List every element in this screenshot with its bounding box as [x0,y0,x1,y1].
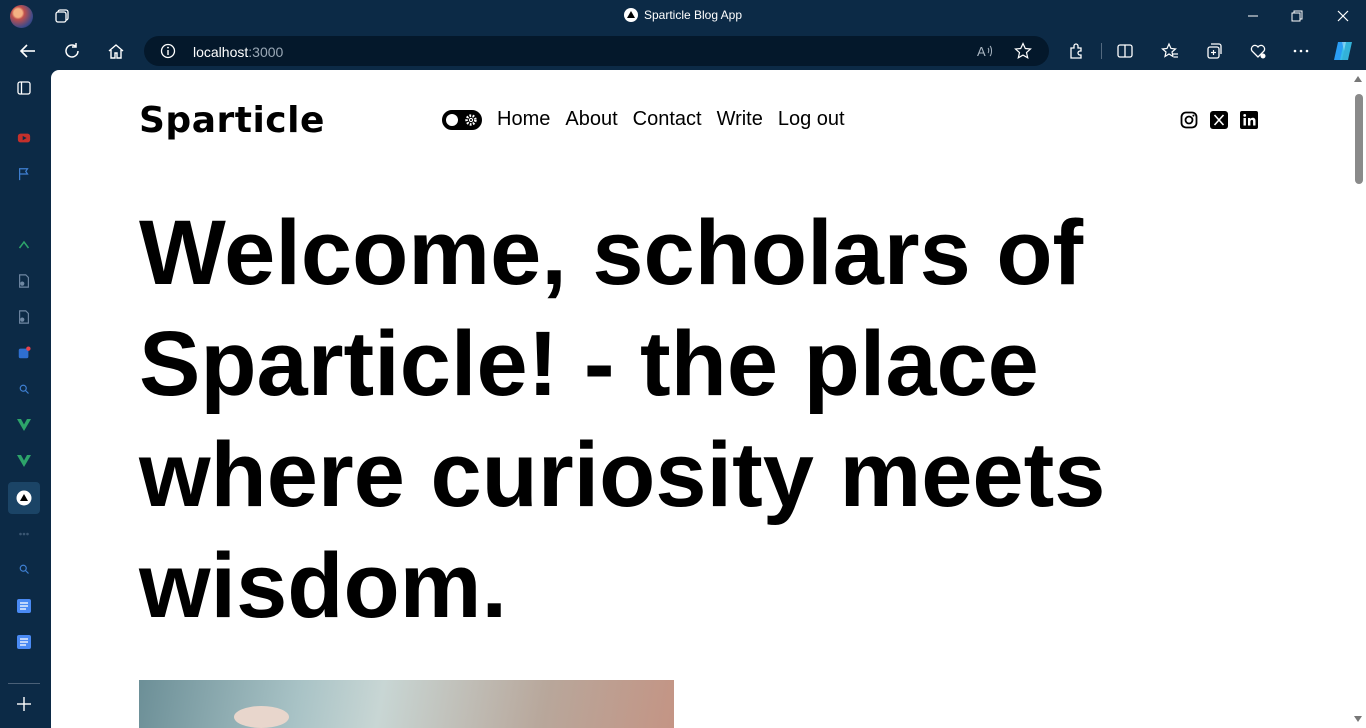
nav-about-link[interactable]: About [565,108,617,131]
refresh-button[interactable] [57,36,87,66]
document-tab-icon[interactable] [14,271,34,291]
restore-button[interactable] [1274,0,1320,32]
nav-contact-link[interactable]: Contact [633,108,702,131]
favorite-star-icon[interactable] [1014,42,1032,65]
collections-icon[interactable] [1199,36,1229,66]
sidebar-divider [8,683,40,684]
page-viewport: Sparticle Home About Contact Write Log o… [51,70,1366,728]
scrollbar[interactable] [1351,70,1366,728]
scroll-up-arrow-icon[interactable] [1354,76,1362,82]
scroll-down-arrow-icon[interactable] [1354,716,1362,722]
site-info-icon[interactable] [160,43,176,59]
app-tab-icon[interactable] [14,235,34,255]
gear-icon [464,113,478,127]
x-icon[interactable] [1210,111,1228,129]
minimize-button[interactable] [1230,0,1276,32]
copilot-icon[interactable] [1331,39,1355,63]
address-bar[interactable]: localhost:3000 A [144,36,1049,66]
instagram-icon[interactable] [1180,111,1198,129]
nav-home-link[interactable]: Home [497,108,550,131]
linkedin-icon[interactable] [1240,111,1258,129]
window-title: Sparticle Blog App [0,8,1366,22]
notes-tab-icon[interactable] [14,343,34,363]
nav-write-link[interactable]: Write [717,108,763,131]
home-button[interactable] [101,36,131,66]
vertical-tabs-sidebar [0,70,51,728]
pending-tab-icon[interactable] [14,524,34,544]
favorites-icon[interactable] [1155,36,1185,66]
url-text[interactable]: localhost:3000 [193,44,283,60]
docs-tab-icon[interactable] [14,632,34,652]
site-favicon-icon [623,8,638,22]
vue-tab-icon[interactable] [14,415,34,435]
svg-text:A: A [977,44,986,59]
read-aloud-icon[interactable]: A [976,42,994,65]
hero-image [139,680,674,728]
document-tab-icon[interactable] [14,307,34,327]
back-button[interactable] [13,36,43,66]
theme-toggle[interactable] [442,110,482,130]
scrollbar-thumb[interactable] [1355,94,1363,184]
search-tab-icon[interactable] [14,559,34,579]
close-button[interactable] [1320,0,1366,32]
youtube-tab-icon[interactable] [14,128,34,148]
performance-heart-icon[interactable] [1243,36,1273,66]
search-tab-icon[interactable] [14,379,34,399]
title-bar: Sparticle Blog App [0,0,1366,32]
sparticle-tab-icon[interactable] [8,482,40,514]
extensions-icon[interactable] [1062,36,1092,66]
toggle-knob [446,114,458,126]
hero-heading: Welcome, scholars of Sparticle! - the pl… [139,198,1149,642]
flag-tab-icon[interactable] [14,164,34,184]
browser-toolbar: localhost:3000 A [0,32,1366,70]
docs-tab-icon[interactable] [14,596,34,616]
more-options-icon[interactable] [1286,36,1316,66]
new-tab-icon[interactable] [14,694,34,714]
nav-logout-link[interactable]: Log out [778,108,845,131]
vue-tab-icon[interactable] [14,451,34,471]
main-nav: Home About Contact Write Log out [497,108,845,131]
tab-actions-icon[interactable] [14,78,34,98]
site-logo[interactable]: Sparticle [139,100,325,141]
toolbar-divider [1101,43,1102,59]
split-screen-icon[interactable] [1110,36,1140,66]
